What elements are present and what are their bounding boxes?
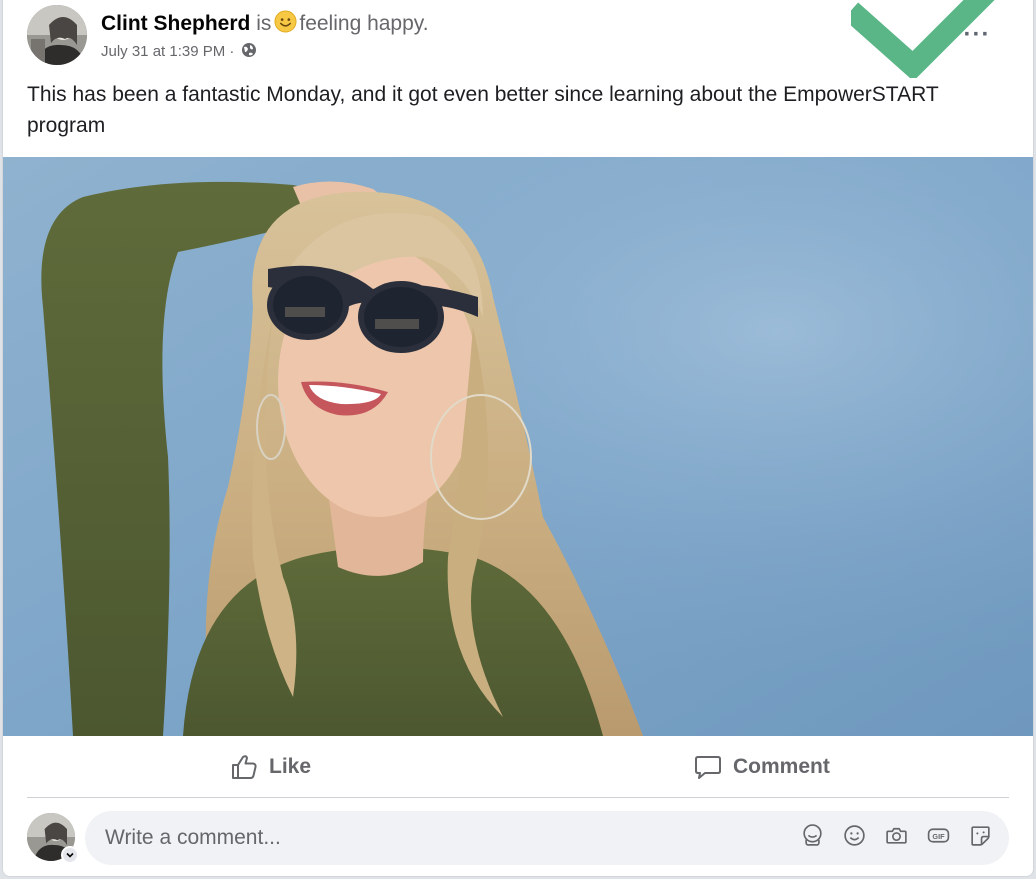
composer-icons: GIF bbox=[800, 823, 993, 848]
author-avatar[interactable] bbox=[27, 5, 87, 65]
camera-icon[interactable] bbox=[884, 823, 909, 848]
author-name[interactable]: Clint Shepherd bbox=[101, 12, 250, 35]
like-button[interactable]: Like bbox=[229, 746, 311, 788]
comment-label: Comment bbox=[733, 755, 830, 778]
meta-separator: · bbox=[229, 43, 235, 60]
post-meta: July 31 at 1:39 PM · bbox=[101, 42, 257, 60]
actions-divider bbox=[27, 797, 1009, 798]
emoji-icon[interactable] bbox=[842, 823, 867, 848]
comment-composer: GIF bbox=[27, 808, 1009, 868]
chevron-down-icon[interactable] bbox=[61, 846, 79, 864]
post-timestamp[interactable]: July 31 at 1:39 PM bbox=[101, 43, 225, 60]
gif-icon[interactable]: GIF bbox=[926, 823, 951, 848]
post-actions: Like Comment bbox=[3, 736, 1033, 798]
svg-text:GIF: GIF bbox=[932, 832, 945, 841]
like-label: Like bbox=[269, 755, 312, 778]
author-line: Clint Shepherd is feeling happy. bbox=[101, 10, 429, 36]
post-card: Clint Shepherd is feeling happy. July 31 … bbox=[2, 0, 1034, 877]
post-text: This has been a fantastic Monday, and it… bbox=[27, 83, 939, 137]
activity-prefix: is bbox=[256, 12, 272, 35]
globe-icon[interactable] bbox=[241, 42, 257, 58]
comment-button[interactable]: Comment bbox=[693, 746, 830, 788]
sticker-icon[interactable] bbox=[968, 823, 993, 848]
post-header: Clint Shepherd is feeling happy. July 31 … bbox=[27, 4, 1033, 66]
avatar-sticker-icon[interactable] bbox=[800, 823, 825, 848]
smiling-face-emoji-icon bbox=[274, 10, 297, 33]
post-photo[interactable] bbox=[3, 157, 1033, 736]
activity-text[interactable]: feeling happy. bbox=[299, 12, 428, 35]
more-options-button[interactable]: ··· bbox=[957, 20, 997, 50]
speech-bubble-icon bbox=[695, 756, 721, 779]
thumbs-up-icon bbox=[232, 755, 257, 779]
